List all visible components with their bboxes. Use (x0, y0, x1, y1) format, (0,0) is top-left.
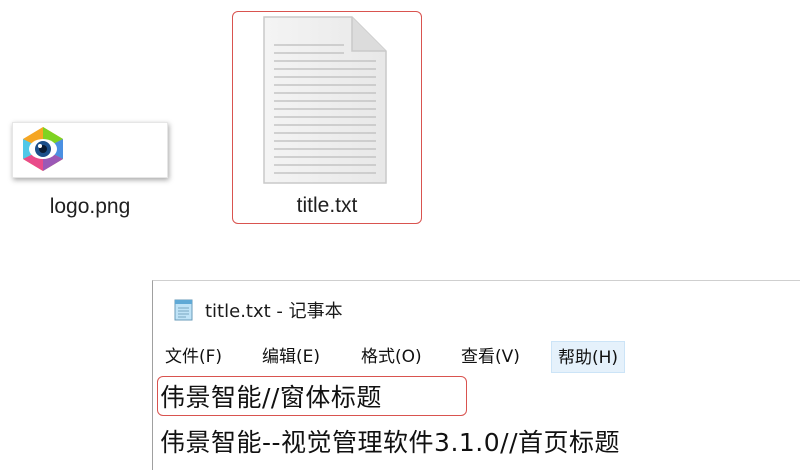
notepad-icon (174, 299, 193, 321)
menu-bar: 文件(F) 编辑(E) 格式(O) 查看(V) 帮助(H) (153, 341, 800, 375)
menu-file[interactable]: 文件(F) (159, 341, 228, 373)
menu-view[interactable]: 查看(V) (455, 341, 526, 373)
eye-logo-icon (23, 127, 63, 171)
screenshot-stage: logo.png title.txt title.txt - 记事本 文件(F)… (0, 0, 800, 470)
file-logo-png[interactable]: logo.png (0, 100, 180, 225)
window-titlebar[interactable]: title.txt - 记事本 (153, 281, 800, 333)
editor-line-1: 伟景智能//窗体标题 (160, 383, 382, 412)
file-title-txt[interactable]: title.txt (232, 11, 422, 224)
editor-line-2: 伟景智能--视觉管理软件3.1.0//首页标题 (160, 428, 620, 457)
window-title: title.txt - 记事本 (205, 301, 343, 322)
notepad-window: title.txt - 记事本 文件(F) 编辑(E) 格式(O) 查看(V) … (152, 280, 800, 470)
menu-format[interactable]: 格式(O) (355, 341, 428, 373)
menu-help[interactable]: 帮助(H) (551, 341, 626, 373)
menu-edit[interactable]: 编辑(E) (256, 341, 326, 373)
text-document-icon (263, 16, 387, 184)
image-thumbnail-icon (12, 122, 168, 178)
file-name-label: logo.png (49, 195, 131, 218)
file-name-label: title.txt (296, 194, 358, 217)
text-editor-area[interactable]: 伟景智能//窗体标题 伟景智能--视觉管理软件3.1.0//首页标题 (153, 375, 800, 470)
